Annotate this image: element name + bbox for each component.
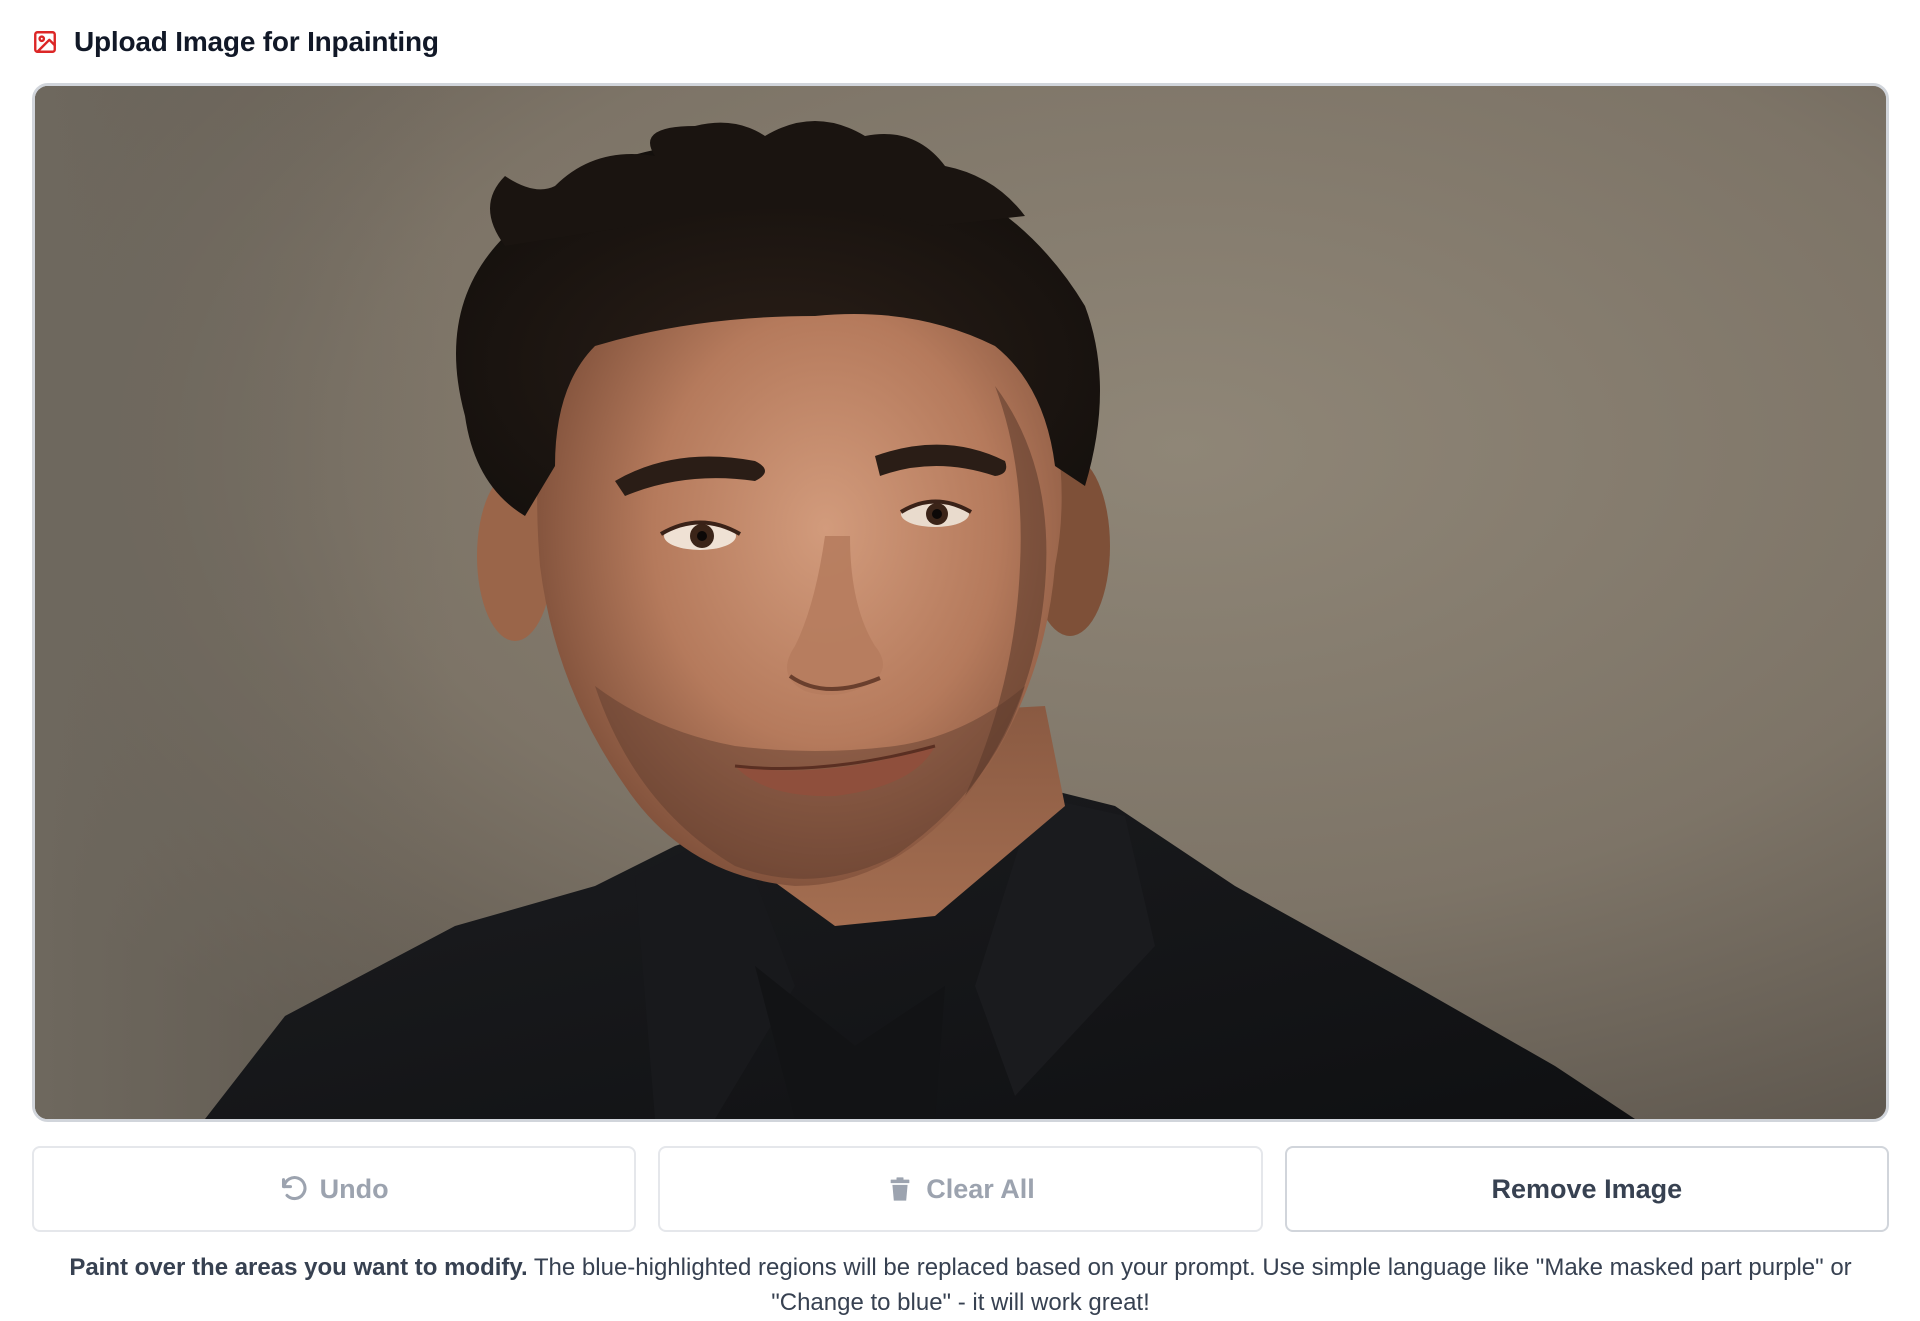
remove-image-button[interactable]: Remove Image: [1284, 1146, 1889, 1232]
portrait-photo: [35, 86, 1886, 1119]
undo-label: Undo: [319, 1173, 389, 1204]
undo-icon: [280, 1175, 308, 1203]
section-title: Upload Image for Inpainting: [74, 26, 439, 57]
trash-icon: [886, 1175, 914, 1203]
inpainting-panel: Upload Image for Inpainting Undo Clear A…: [0, 0, 1920, 1321]
image-icon: [32, 29, 58, 55]
section-header: Upload Image for Inpainting: [32, 22, 439, 62]
canvas-toolbar: Undo Clear All Remove Image: [32, 1146, 1889, 1232]
remove-image-label: Remove Image: [1491, 1173, 1683, 1204]
instructions-text: Paint over the areas you want to modify.…: [32, 1250, 1889, 1320]
image-mask-canvas[interactable]: [32, 83, 1889, 1122]
instructions-bold: Paint over the areas you want to modify.: [69, 1254, 528, 1281]
undo-button[interactable]: Undo: [32, 1146, 637, 1232]
clear-all-label: Clear All: [926, 1173, 1035, 1204]
instructions-body: The blue-highlighted regions will be rep…: [527, 1254, 1852, 1316]
clear-all-button[interactable]: Clear All: [658, 1146, 1263, 1232]
